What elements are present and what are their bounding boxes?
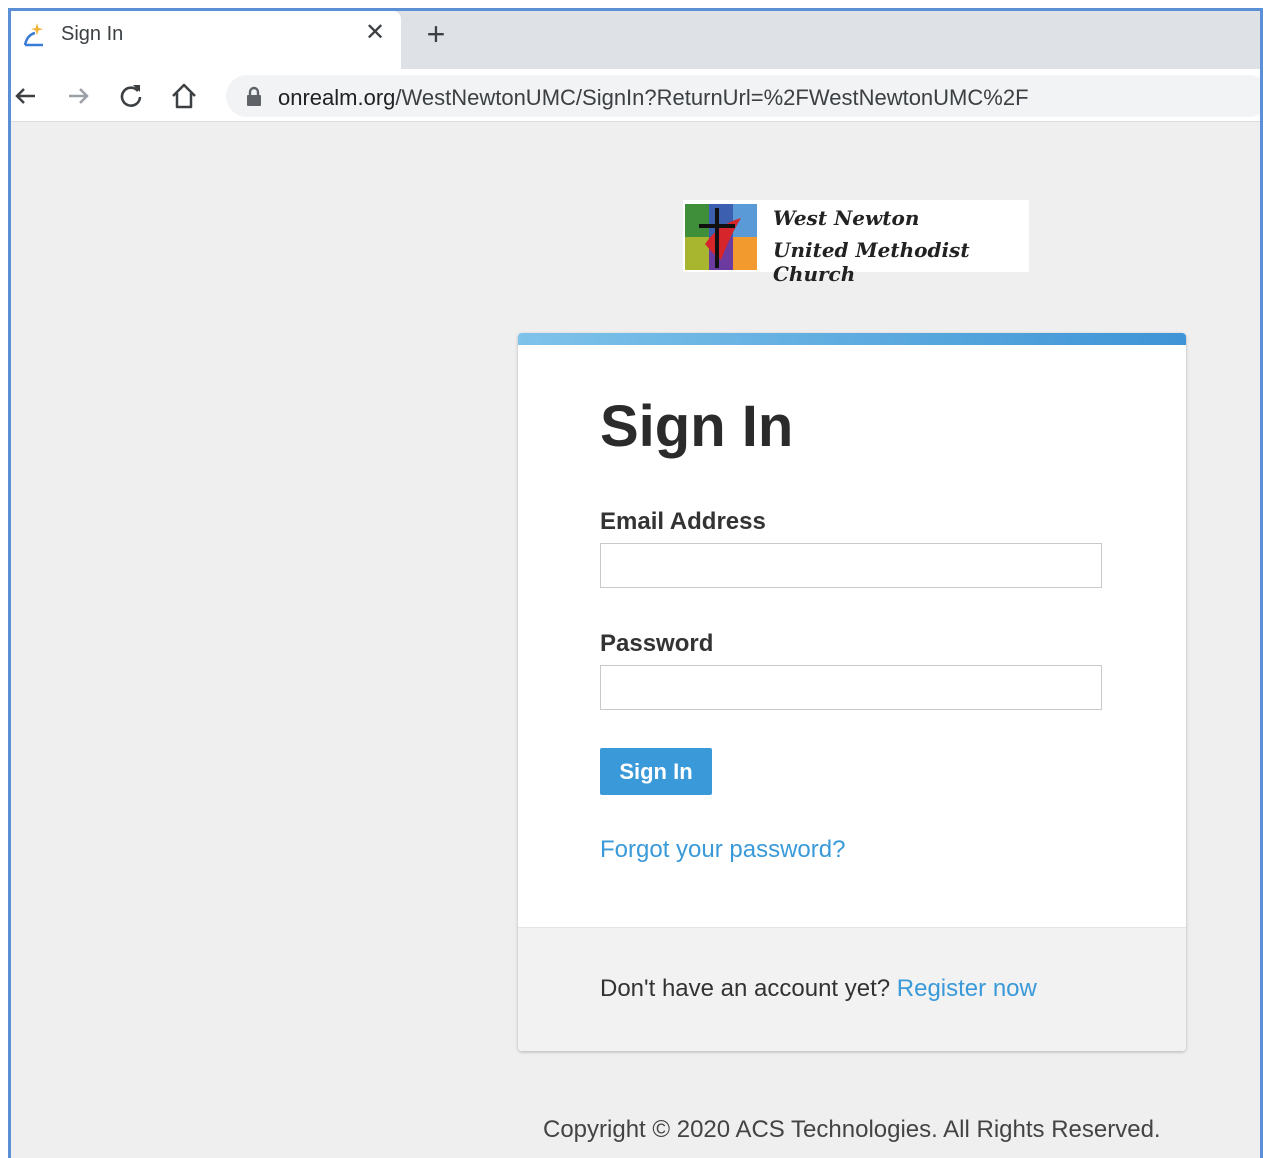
browser-window: Sign In ✕ + onrealm.org/WestNewtonUMC/Si… bbox=[8, 8, 1263, 1158]
logo-line-2: United Methodist Church bbox=[773, 238, 970, 286]
browser-toolbar: onrealm.org/WestNewtonUMC/SignIn?ReturnU… bbox=[11, 69, 1260, 122]
logo-line-1: West Newton bbox=[773, 206, 920, 230]
url-text[interactable]: onrealm.org/WestNewtonUMC/SignIn?ReturnU… bbox=[278, 85, 1029, 111]
email-field[interactable] bbox=[600, 543, 1102, 588]
register-link[interactable]: Register now bbox=[897, 975, 1037, 1002]
url-path: /WestNewtonUMC/SignIn?ReturnUrl=%2FWestN… bbox=[395, 85, 1029, 110]
realm-favicon bbox=[23, 23, 43, 47]
lock-icon bbox=[247, 86, 261, 106]
close-icon[interactable]: ✕ bbox=[361, 19, 389, 47]
password-field[interactable] bbox=[600, 665, 1102, 710]
forgot-password-link[interactable]: Forgot your password? bbox=[600, 836, 845, 864]
page-title: Sign In bbox=[600, 394, 794, 459]
church-logo: West Newton United Methodist Church bbox=[683, 200, 1029, 286]
reload-icon[interactable] bbox=[116, 81, 146, 111]
card-footer: Don't have an account yet? Register now bbox=[518, 927, 1186, 1051]
tab-sign-in[interactable]: Sign In ✕ bbox=[11, 11, 401, 69]
url-host: onrealm.org bbox=[278, 85, 396, 110]
copyright-text: Copyright © 2020 ACS Technologies. All R… bbox=[543, 1116, 1161, 1143]
tab-strip: Sign In ✕ + bbox=[11, 11, 1260, 69]
register-prompt: Don't have an account yet? Register now bbox=[600, 975, 1037, 1003]
church-logo-image bbox=[685, 204, 757, 270]
card-accent-bar bbox=[518, 333, 1186, 345]
password-label: Password bbox=[600, 630, 714, 657]
home-icon[interactable] bbox=[169, 81, 199, 111]
forward-arrow-icon[interactable] bbox=[63, 81, 93, 111]
tab-title: Sign In bbox=[61, 23, 124, 45]
page-content: West Newton United Methodist Church Sign… bbox=[11, 122, 1260, 1158]
register-prompt-text: Don't have an account yet? bbox=[600, 975, 891, 1002]
email-label: Email Address bbox=[600, 508, 766, 535]
back-arrow-icon[interactable] bbox=[11, 81, 41, 111]
sign-in-card: Sign In Email Address Password Sign In F… bbox=[518, 333, 1186, 1051]
address-bar[interactable]: onrealm.org/WestNewtonUMC/SignIn?ReturnU… bbox=[226, 75, 1260, 117]
sign-in-button[interactable]: Sign In bbox=[600, 748, 712, 795]
new-tab-button[interactable]: + bbox=[421, 18, 451, 50]
